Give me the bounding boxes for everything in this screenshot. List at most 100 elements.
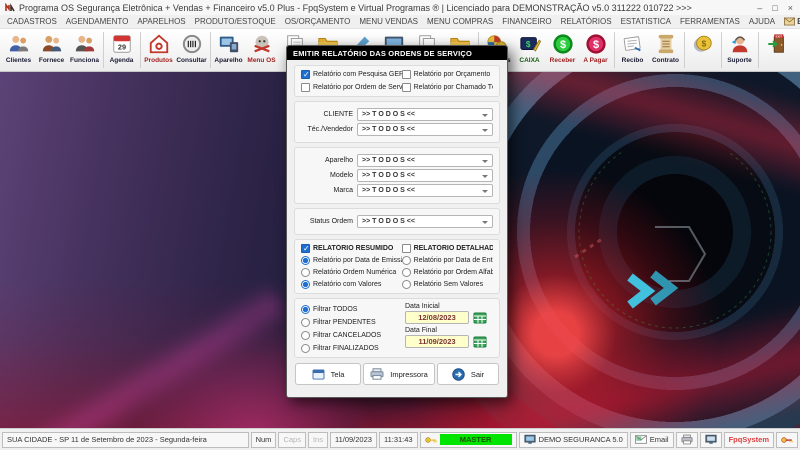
toolbar-recibo[interactable]: Recibo bbox=[616, 29, 649, 71]
toolbar-separator bbox=[140, 32, 141, 68]
menu-compras[interactable]: MENU COMPRAS bbox=[427, 17, 493, 26]
search-type-group: Relatório com Pesquisa GERAL Relatório p… bbox=[294, 65, 500, 97]
menu-os-orcamento[interactable]: OS/ORÇAMENTO bbox=[285, 17, 351, 26]
toolbar-aparelho[interactable]: Aparelho bbox=[212, 29, 245, 71]
status-ordem-select[interactable]: >> T O D O S << bbox=[357, 215, 493, 228]
toolbar-contrato[interactable]: Contrato bbox=[649, 29, 682, 71]
sair-button[interactable]: Sair bbox=[437, 363, 499, 385]
service-order-icon bbox=[248, 31, 276, 57]
radio-sem-valores[interactable]: Relatório Sem Valores bbox=[402, 280, 493, 289]
data-inicial-label: Data Inicial bbox=[405, 303, 493, 310]
toolbar-sair[interactable]: EXIT bbox=[760, 29, 793, 71]
radio-filtrar-todos[interactable]: Filtrar TODOS bbox=[301, 305, 399, 314]
toolbar-consultar[interactable]: Consultar bbox=[175, 29, 208, 71]
modelo-label: Modelo bbox=[301, 172, 353, 179]
radio-data-entrega[interactable]: Relatório por Data de Entrega bbox=[402, 256, 493, 265]
dialog-title-bar[interactable]: EMITIR RELATÓRIO DAS ORDENS DE SERVIÇO bbox=[287, 46, 507, 60]
menu-agendamento[interactable]: AGENDAMENTO bbox=[66, 17, 129, 26]
filter-period-group: Filtrar TODOS Filtrar PENDENTES Filtrar … bbox=[294, 298, 500, 358]
radio-ordem-numerica[interactable]: Relatório Ordem Numérica bbox=[301, 268, 402, 277]
status-printer-button[interactable] bbox=[676, 432, 698, 448]
radio-icon bbox=[301, 256, 310, 265]
radio-filtrar-cancelados[interactable]: Filtrar CANCELADOS bbox=[301, 331, 399, 340]
screen-icon bbox=[312, 369, 325, 380]
modelo-select[interactable]: >> T O D O S << bbox=[357, 169, 493, 182]
minimize-icon[interactable]: – bbox=[757, 3, 762, 13]
chevron-down-icon bbox=[482, 160, 488, 166]
status-key-button[interactable] bbox=[776, 432, 798, 448]
checkbox-icon bbox=[402, 244, 411, 253]
toolbar-receber[interactable]: $ Receber bbox=[546, 29, 579, 71]
status-brand[interactable]: FpqSystem bbox=[724, 432, 774, 448]
chevron-down-icon bbox=[482, 190, 488, 196]
toolbar-menu-os[interactable]: Menu OS bbox=[245, 29, 278, 71]
data-inicial-input[interactable]: 12/08/2023 bbox=[405, 311, 469, 324]
radio-icon bbox=[402, 256, 411, 265]
chevron-down-icon bbox=[482, 114, 488, 120]
toolbar-caixa[interactable]: $ CAIXA bbox=[513, 29, 546, 71]
toolbar-a-pagar[interactable]: $ A Pagar bbox=[579, 29, 612, 71]
toolbar-separator bbox=[210, 32, 211, 68]
menu-relatorios[interactable]: RELATÓRIOS bbox=[561, 17, 612, 26]
toolbar-moeda[interactable]: $ bbox=[686, 29, 719, 71]
menu-ajuda[interactable]: AJUDA bbox=[749, 17, 775, 26]
radio-icon bbox=[301, 305, 310, 314]
menu-produto-estoque[interactable]: PRODUTO/ESTOQUE bbox=[195, 17, 276, 26]
menu-cadastros[interactable]: CADASTROS bbox=[7, 17, 57, 26]
calendar-picker-icon[interactable] bbox=[472, 311, 487, 324]
calendar-picker-icon[interactable] bbox=[472, 335, 487, 348]
check-relatorio-detalhado[interactable]: RELATÓRIO DETALHADO bbox=[402, 244, 493, 253]
key-icon bbox=[781, 435, 793, 445]
menu-email[interactable]: E-MAIL bbox=[784, 17, 800, 26]
toolbar-separator bbox=[684, 32, 685, 68]
menu-estatistica[interactable]: ESTATISTICA bbox=[621, 17, 671, 26]
status-database: DEMO SEGURANCA 5.0 bbox=[539, 435, 623, 444]
radio-filtrar-finalizados[interactable]: Filtrar FINALIZADOS bbox=[301, 344, 399, 353]
dialog-title: EMITIR RELATÓRIO DAS ORDENS DE SERVIÇO bbox=[293, 49, 472, 58]
check-por-chamado-tecnico[interactable]: Relatório por Chamado Técnico bbox=[402, 83, 493, 92]
status-monitor-button[interactable] bbox=[700, 432, 722, 448]
close-icon[interactable]: × bbox=[788, 3, 793, 13]
cliente-select[interactable]: >> T O D O S << bbox=[357, 108, 493, 121]
svg-text:$: $ bbox=[525, 40, 530, 49]
menu-financeiro[interactable]: FINANCEIRO bbox=[502, 17, 551, 26]
toolbar-agenda[interactable]: 29 Agenda bbox=[105, 29, 138, 71]
maximize-icon[interactable]: □ bbox=[772, 3, 777, 13]
exit-arrow-icon bbox=[452, 368, 465, 381]
marca-select[interactable]: >> T O D O S << bbox=[357, 184, 493, 197]
toolbar-separator bbox=[614, 32, 615, 68]
data-final-input[interactable]: 11/09/2023 bbox=[405, 335, 469, 348]
check-relatorio-resumido[interactable]: RELATÓRIO RESUMIDO bbox=[301, 244, 402, 253]
impressora-button[interactable]: Impressora bbox=[363, 363, 435, 385]
status-time: 11:31:43 bbox=[379, 432, 418, 448]
device-group: Aparelho >> T O D O S << Modelo >> T O D… bbox=[294, 147, 500, 204]
menu-vendas[interactable]: MENU VENDAS bbox=[359, 17, 418, 26]
toolbar-clientes[interactable]: Clientes bbox=[2, 29, 35, 71]
tela-button[interactable]: Tela bbox=[295, 363, 361, 385]
check-por-ordem-servico[interactable]: Relatório por Ordem de Serviço bbox=[301, 83, 402, 92]
check-pesquisa-geral[interactable]: Relatório com Pesquisa GERAL bbox=[301, 70, 402, 79]
device-icon bbox=[215, 31, 243, 57]
status-email-button[interactable]: Email bbox=[630, 432, 674, 448]
tecnico-vendedor-label: Téc./Vendedor bbox=[301, 126, 353, 133]
radio-icon bbox=[402, 280, 411, 289]
toolbar-produtos[interactable]: Produtos bbox=[142, 29, 175, 71]
radio-ordem-alfabetica[interactable]: Relatório por Ordem Alfabética bbox=[402, 268, 493, 277]
toolbar-funcionarios[interactable]: Funciona bbox=[68, 29, 101, 71]
status-database-panel: DEMO SEGURANCA 5.0 bbox=[519, 432, 628, 448]
toolbar-fornecedores[interactable]: Fornece bbox=[35, 29, 68, 71]
radio-data-emissao[interactable]: Relatório por Data de Emissão bbox=[301, 256, 402, 265]
lens-decoration bbox=[535, 152, 775, 392]
menu-aparelhos[interactable]: APARELHOS bbox=[137, 17, 185, 26]
radio-filtrar-pendentes[interactable]: Filtrar PENDENTES bbox=[301, 318, 399, 327]
app-icon bbox=[5, 3, 15, 13]
aparelho-select[interactable]: >> T O D O S << bbox=[357, 154, 493, 167]
dialog-body: Relatório com Pesquisa GERAL Relatório p… bbox=[287, 60, 507, 397]
app-window: Programa OS Segurança Eletrônica + Venda… bbox=[0, 0, 800, 450]
menu-ferramentas[interactable]: FERRAMENTAS bbox=[680, 17, 740, 26]
status-user: MASTER bbox=[440, 434, 512, 445]
check-por-orcamento[interactable]: Relatório por Orçamento bbox=[402, 70, 493, 79]
tecnico-vendedor-select[interactable]: >> T O D O S << bbox=[357, 123, 493, 136]
radio-com-valores[interactable]: Relatório com Valores bbox=[301, 280, 402, 289]
toolbar-suporte[interactable]: Suporte bbox=[723, 29, 756, 71]
